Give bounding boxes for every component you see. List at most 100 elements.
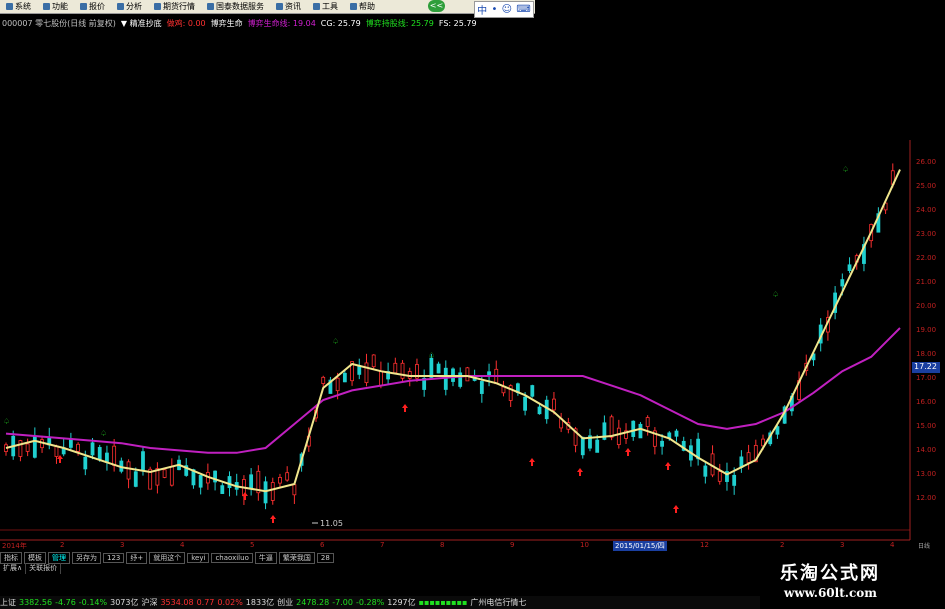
- candle-body: [537, 406, 542, 415]
- candle-body: [717, 471, 722, 482]
- candle-body: [198, 475, 203, 488]
- toolbar-button-0[interactable]: 指标: [0, 551, 22, 564]
- date-tick: 2: [780, 541, 785, 549]
- candle-body: [321, 376, 326, 384]
- cy-percent: -0.28%: [355, 598, 385, 607]
- toolbar-button-5[interactable]: 纾+: [126, 551, 148, 564]
- candle-body: [285, 472, 290, 481]
- date-tick: 12: [700, 541, 709, 549]
- toolbar-button-9[interactable]: 牛逼: [254, 551, 277, 564]
- extension-tab-0[interactable]: 扩展∧: [0, 563, 27, 574]
- candle-body: [270, 482, 275, 501]
- watermark-title: 乐淘公式网: [780, 563, 880, 584]
- candle-body: [609, 416, 614, 438]
- buy-arrow-icon: [625, 448, 631, 456]
- candle-body: [638, 423, 643, 439]
- candle-body: [523, 396, 527, 411]
- date-tick: 2014年: [2, 542, 27, 550]
- candle-body: [126, 461, 131, 480]
- candle-body: [580, 436, 585, 456]
- candle-body: [616, 427, 621, 445]
- candle-body: [18, 440, 23, 457]
- price-axis: 26.00 25.00 24.00 23.00 22.00 21.00 20.00 19.00…: [913, 140, 943, 540]
- candle-body: [133, 471, 138, 487]
- toolbar-button-6[interactable]: 就用这个: [149, 551, 186, 564]
- candle-body: [552, 398, 556, 411]
- date-tick: 4: [890, 541, 895, 549]
- status-bar: 上证 3382.56 -4.76 -0.14% 3073亿 沪深 3534.08…: [0, 596, 760, 609]
- period-label: 日线: [918, 543, 931, 550]
- candle-body: [371, 354, 376, 368]
- date-tick: 10: [580, 541, 589, 549]
- candle-body: [429, 357, 434, 378]
- news-ticker[interactable]: 广州电信行情七: [470, 597, 526, 608]
- toolbar-button-11[interactable]: 28: [316, 552, 334, 563]
- price-tick: 23.00: [916, 230, 937, 238]
- hs-change: 0.77: [196, 598, 215, 607]
- extension-tab-1[interactable]: 关联报价: [26, 563, 62, 574]
- toolbar-button-1[interactable]: 模板: [24, 551, 46, 564]
- date-tick: 4: [180, 541, 185, 549]
- sh-label: 上证: [0, 598, 16, 607]
- toolbar-button-7[interactable]: keyi: [187, 552, 210, 563]
- price-tick: 13.00: [916, 470, 937, 478]
- candle-body: [54, 445, 59, 457]
- cy-amount: 1297亿: [387, 598, 416, 607]
- sh-amount: 3073亿: [110, 598, 139, 607]
- buy-arrow-icon: [673, 505, 679, 513]
- candle-body: [278, 477, 282, 484]
- candle-body: [83, 456, 88, 470]
- toolbar-button-4[interactable]: 123: [103, 552, 125, 563]
- hs-value: 3534.08: [160, 598, 194, 607]
- buy-arrow-icon: [402, 404, 408, 412]
- date-tick: 9: [510, 541, 515, 549]
- candle-body: [847, 264, 852, 271]
- life-line-series: [5, 327, 901, 454]
- hs-label: 沪深: [141, 598, 158, 607]
- price-tick: 19.00: [916, 326, 937, 334]
- toolbar-button-3[interactable]: 另存为: [72, 551, 101, 564]
- date-tick: 3: [120, 541, 125, 549]
- buy-arrow-icon: [529, 458, 535, 466]
- candle-body: [227, 476, 232, 489]
- candle-body: [97, 447, 102, 460]
- candle-body: [249, 474, 254, 489]
- cy-label: 创业: [277, 598, 294, 607]
- buy-arrow-icon: [270, 515, 276, 523]
- sh-value: 3382.56: [19, 598, 53, 607]
- toolbar-button-2[interactable]: 管理: [48, 551, 70, 564]
- candle-body: [400, 362, 405, 379]
- price-tick: 16.00: [916, 398, 937, 406]
- candle-body: [732, 474, 737, 486]
- buy-arrow-icon: [665, 462, 671, 470]
- date-tick: 6: [320, 541, 325, 549]
- top-signal-icon: ♤: [842, 165, 849, 174]
- candle-body: [530, 385, 535, 397]
- watermark-url: www.60lt.com: [784, 586, 877, 600]
- candle-body: [436, 363, 441, 374]
- date-tick: 5: [250, 541, 255, 549]
- candlestick-chart[interactable]: ♤ ♤ ♤ ♤ ♤ ♤ 11.05: [0, 0, 945, 609]
- candle-body: [169, 466, 174, 486]
- toolbar-button-10[interactable]: 繁荣我国: [278, 551, 315, 564]
- candle-body: [595, 439, 600, 453]
- candle-body: [141, 451, 145, 472]
- buy-arrow-icon: [577, 468, 583, 476]
- top-signal-icon: ♤: [3, 417, 10, 426]
- low-price-label: 11.05: [320, 519, 343, 528]
- candle-body: [364, 362, 369, 384]
- toolbar-button-8[interactable]: chaoxiluo: [211, 552, 253, 563]
- date-tick: 2: [60, 541, 65, 549]
- candle-body: [840, 279, 845, 287]
- candle-body: [25, 443, 30, 452]
- price-tick: 21.00: [916, 278, 937, 286]
- price-tick: 15.00: [916, 422, 937, 430]
- top-signal-icon: ♤: [100, 429, 107, 438]
- candle-body: [501, 386, 506, 394]
- candle-body: [660, 440, 664, 447]
- candle-body: [342, 372, 347, 383]
- candle-body: [465, 367, 470, 382]
- top-signal-icon: ♤: [332, 337, 339, 346]
- market-bar-icon: ▪▪▪▪▪▪▪▪▪: [418, 598, 468, 607]
- top-signal-icon: ♤: [428, 351, 435, 360]
